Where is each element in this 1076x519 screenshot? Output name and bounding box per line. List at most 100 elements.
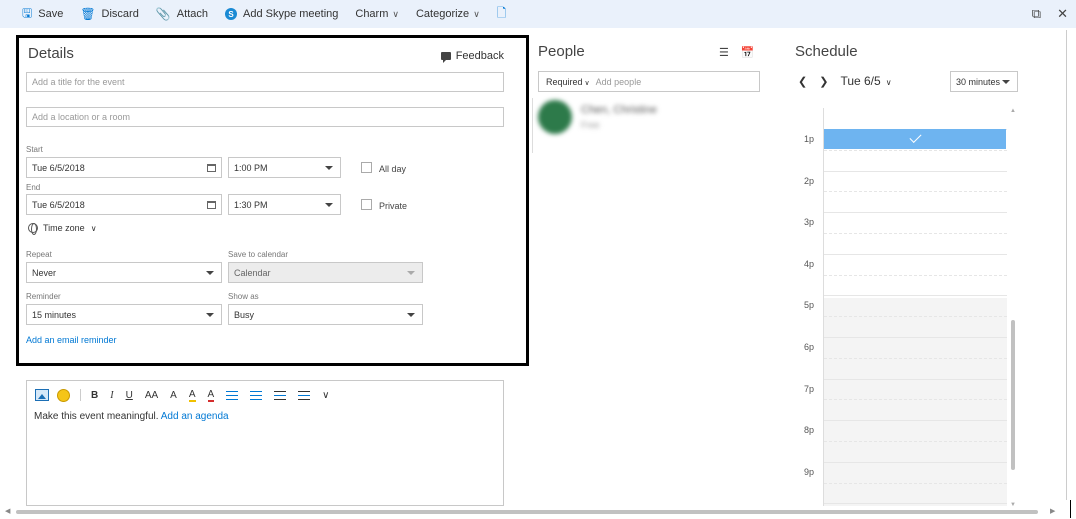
- grow-font-button[interactable]: A: [170, 390, 177, 401]
- increase-indent-icon[interactable]: [298, 390, 311, 400]
- caret-down-icon: [407, 270, 415, 275]
- add-people-input[interactable]: Required ∨ Add people: [538, 71, 760, 92]
- title-input[interactable]: Add a title for the event: [26, 72, 504, 92]
- show-as-select[interactable]: Busy: [228, 304, 423, 325]
- time-interval-value: 30 minutes: [956, 76, 1001, 87]
- private-checkbox[interactable]: [361, 199, 372, 210]
- decrease-indent-icon[interactable]: [274, 390, 287, 400]
- hour-label: 8p: [804, 425, 815, 436]
- horizontal-scrollbar[interactable]: ◀ ▶: [0, 500, 1076, 519]
- save-to-calendar-value: Calendar: [234, 267, 271, 278]
- previous-day-icon[interactable]: ❮: [798, 75, 807, 88]
- save-button[interactable]: 🖫 Save: [22, 0, 63, 28]
- start-date-input[interactable]: Tue 6/5/2018: [26, 157, 222, 178]
- grid-line: [824, 337, 1007, 338]
- reminder-select[interactable]: 15 minutes: [26, 304, 222, 325]
- speech-bubble-icon: [440, 52, 451, 63]
- scrollbar-thumb[interactable]: [16, 510, 1038, 514]
- off-hours-shading: [824, 298, 1007, 506]
- attendee-status: Free: [581, 120, 600, 130]
- chevron-down-icon: ∨: [392, 8, 399, 19]
- show-as-value: Busy: [234, 309, 255, 320]
- scheduling-assistant-icon[interactable]: 📅: [741, 46, 755, 59]
- end-time-select[interactable]: 1:30 PM: [228, 194, 341, 215]
- people-heading: People: [538, 43, 585, 60]
- feedback-label: Feedback: [455, 50, 504, 62]
- next-day-icon[interactable]: ❯: [819, 75, 828, 88]
- schedule-date: Tue 6/5: [840, 74, 881, 88]
- time-interval-select[interactable]: 30 minutes: [950, 71, 1018, 92]
- scroll-up-icon[interactable]: ▲: [1010, 108, 1016, 114]
- attach-button[interactable]: 📎 Attach: [156, 0, 208, 28]
- time-zone-toggle[interactable]: Time zone ∨: [28, 223, 97, 235]
- charm-label: Charm: [355, 8, 389, 20]
- all-day-label: All day: [379, 164, 407, 174]
- repeat-value: Never: [32, 267, 57, 278]
- required-dropdown[interactable]: Required ∨: [539, 77, 590, 87]
- calendar-icon[interactable]: [207, 200, 216, 209]
- address-book-icon[interactable]: ☰: [719, 46, 729, 59]
- scroll-left-icon[interactable]: ◀: [5, 507, 10, 515]
- chevron-down-icon: ∨: [90, 223, 97, 233]
- close-icon[interactable]: ✕: [1057, 6, 1068, 22]
- scroll-right-icon[interactable]: ▶: [1050, 507, 1055, 515]
- paperclip-icon: 📎: [155, 7, 171, 21]
- toolbar-divider: [80, 389, 81, 401]
- insert-image-icon[interactable]: [35, 389, 49, 401]
- grid-line: [824, 378, 1007, 380]
- event-body-editor[interactable]: B I U AA A A A ∨ Make this event meaning…: [26, 380, 504, 506]
- grid-line: [824, 170, 1007, 172]
- start-date-value: Tue 6/5/2018: [32, 162, 85, 173]
- attendee-item[interactable]: Chen, Christine Free: [538, 100, 657, 134]
- end-date-value: Tue 6/5/2018: [32, 199, 85, 210]
- schedule-day-column[interactable]: [823, 108, 1007, 506]
- all-day-checkbox[interactable]: [361, 162, 372, 173]
- popout-icon[interactable]: ⧉: [1032, 6, 1041, 22]
- caret-down-icon: [1002, 79, 1010, 84]
- end-date-input[interactable]: Tue 6/5/2018: [26, 194, 222, 215]
- page-scroll-track: [1066, 30, 1067, 500]
- editor-placeholder-text: Make this event meaningful.: [34, 411, 159, 422]
- charm-dropdown[interactable]: Charm ∨: [355, 0, 399, 28]
- text-cursor: [1070, 500, 1071, 518]
- save-label: Save: [38, 8, 64, 20]
- hour-label: 1p: [804, 134, 815, 144]
- skype-meeting-button[interactable]: S Add Skype meeting: [224, 0, 338, 28]
- highlight-button[interactable]: A: [188, 389, 196, 402]
- grid-line: [824, 316, 1007, 318]
- start-time-select[interactable]: 1:00 PM: [228, 157, 341, 178]
- feedback-button[interactable]: Feedback: [440, 50, 504, 63]
- caret-down-icon: [325, 165, 333, 170]
- scrollbar-thumb[interactable]: [1011, 320, 1015, 470]
- italic-button[interactable]: I: [110, 390, 113, 401]
- hour-label: 3p: [804, 217, 815, 228]
- open-document-button[interactable]: 🗋: [497, 0, 513, 28]
- numbered-list-icon[interactable]: [250, 390, 263, 400]
- add-email-reminder-link[interactable]: Add an email reminder: [26, 335, 117, 345]
- categorize-dropdown[interactable]: Categorize ∨: [416, 0, 480, 28]
- font-size-button[interactable]: AA: [145, 390, 158, 401]
- grid-line: [824, 399, 1007, 401]
- underline-button[interactable]: U: [126, 390, 133, 401]
- font-color-button[interactable]: A: [207, 389, 215, 402]
- bold-button[interactable]: B: [91, 390, 98, 401]
- repeat-select[interactable]: Never: [26, 262, 222, 283]
- location-input[interactable]: Add a location or a room: [26, 107, 504, 127]
- grid-line: [824, 482, 1007, 484]
- bullet-list-icon[interactable]: [226, 390, 239, 400]
- emoji-icon[interactable]: [57, 388, 70, 402]
- discard-button[interactable]: 🗑 Discard: [80, 0, 139, 28]
- avatar: [538, 100, 572, 134]
- add-agenda-link[interactable]: Add an agenda: [161, 411, 229, 422]
- event-block[interactable]: [824, 129, 1006, 149]
- schedule-scrollbar[interactable]: ▲ ▼: [1009, 108, 1019, 508]
- globe-icon: [28, 223, 38, 235]
- start-label: Start: [26, 145, 43, 154]
- trash-icon: 🗑: [80, 7, 96, 21]
- show-as-label: Show as: [228, 292, 259, 301]
- grid-line: [824, 420, 1007, 422]
- schedule-date-picker[interactable]: Tue 6/5 ∨: [840, 74, 891, 88]
- grid-line: [824, 274, 1007, 276]
- calendar-icon[interactable]: [207, 163, 216, 172]
- more-options-chevron-icon[interactable]: ∨: [322, 390, 329, 401]
